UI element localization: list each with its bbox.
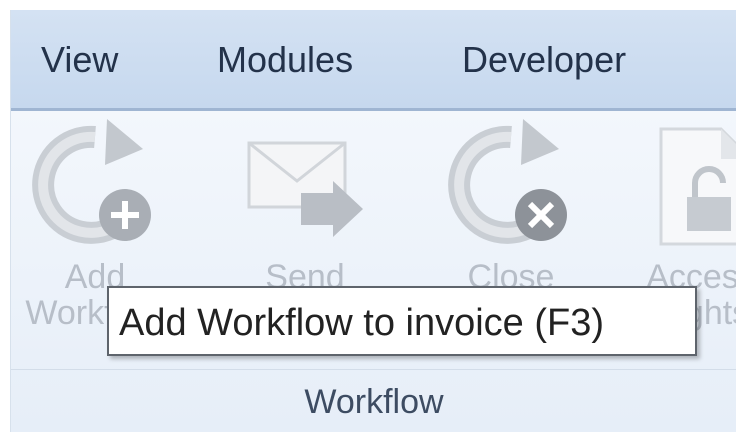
- menu-modules[interactable]: Modules: [217, 40, 353, 80]
- application-window: View Modules Developer Add Workflow Send…: [10, 10, 736, 432]
- menu-bar: View Modules Developer: [11, 10, 736, 111]
- menu-developer[interactable]: Developer: [462, 40, 626, 80]
- ribbon-panel: Add Workflow Send Close Acces Workflow: [11, 111, 736, 432]
- close-workflow-icon: [441, 119, 581, 249]
- send-mail-icon: [235, 119, 375, 249]
- access-rights-icon: [631, 119, 736, 249]
- ribbon-group-label: Workflow: [304, 383, 444, 421]
- tooltip: Add Workflow to invoice (F3): [107, 286, 697, 356]
- group-separator: [11, 369, 736, 370]
- menu-view[interactable]: View: [41, 40, 118, 80]
- add-workflow-icon: [25, 119, 165, 249]
